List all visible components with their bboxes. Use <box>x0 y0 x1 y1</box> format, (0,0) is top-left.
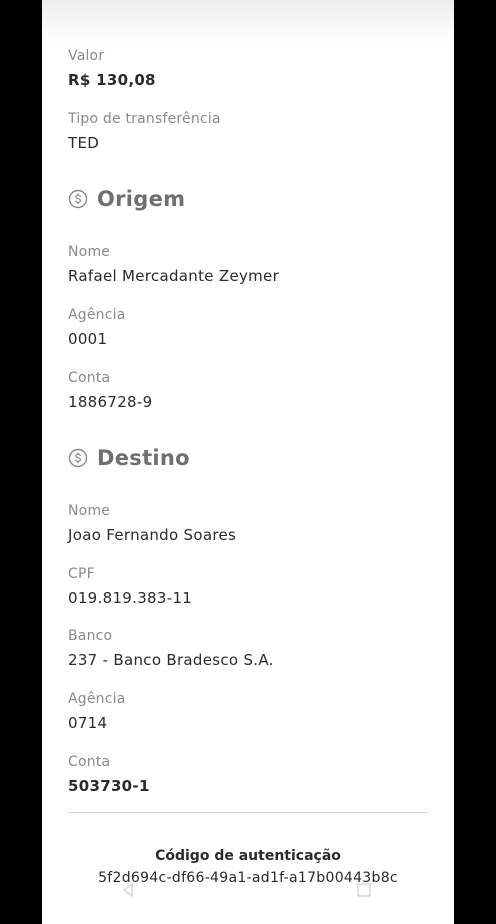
tipo-label: Tipo de transferência <box>68 111 221 127</box>
tipo-value: TED <box>68 134 100 152</box>
origem-nome-value: Rafael Mercadante Zeymer <box>68 267 280 285</box>
origem-conta-label: Conta <box>68 370 111 386</box>
destino-section-header: Destino <box>68 446 190 470</box>
destino-conta-field: Conta 503730-1 <box>68 753 150 796</box>
valor-field: Valor R$ 130,08 <box>68 47 156 90</box>
destino-banco-label: Banco <box>68 628 113 644</box>
auth-code-title: Código de autenticação <box>155 848 341 864</box>
tipo-field: Tipo de transferência TED <box>68 110 221 153</box>
origem-nome-label: Nome <box>68 244 111 260</box>
dollar-coin-icon <box>68 448 88 468</box>
valor-label: Valor <box>68 48 105 64</box>
destino-cpf-field: CPF 019.819.383-11 <box>68 565 192 608</box>
recents-nav-icon[interactable] <box>354 880 374 900</box>
origem-conta-value: 1886728-9 <box>68 393 153 411</box>
origem-section-header: Origem <box>68 187 185 211</box>
destino-banco-field: Banco 237 - Banco Bradesco S.A. <box>68 627 274 670</box>
back-nav-icon[interactable] <box>118 880 138 900</box>
origem-agencia-field: Agência 0001 <box>68 306 126 349</box>
top-fade <box>42 0 454 44</box>
destino-banco-value: 237 - Banco Bradesco S.A. <box>68 651 274 669</box>
destino-agencia-field: Agência 0714 <box>68 690 126 733</box>
origem-title: Origem <box>97 187 186 211</box>
origem-nome-field: Nome Rafael Mercadante Zeymer <box>68 243 279 286</box>
destino-cpf-value: 019.819.383-11 <box>68 589 193 607</box>
origem-conta-field: Conta 1886728-9 <box>68 369 152 412</box>
destino-nome-field: Nome Joao Fernando Soares <box>68 502 236 545</box>
receipt-screen: Valor R$ 130,08 Tipo de transferência TE… <box>42 0 454 924</box>
destino-agencia-value: 0714 <box>68 714 108 732</box>
destino-nome-value: Joao Fernando Soares <box>68 526 237 544</box>
destino-agencia-label: Agência <box>68 691 126 707</box>
auth-code-value: 5f2d694c-df66-49a1-ad1f-a17b00443b8c <box>98 870 398 886</box>
origem-agencia-value: 0001 <box>68 330 108 348</box>
destino-conta-value: 503730-1 <box>68 777 150 795</box>
dollar-coin-icon <box>68 189 88 209</box>
destino-title: Destino <box>97 446 190 470</box>
origem-agencia-label: Agência <box>68 307 126 323</box>
destino-conta-label: Conta <box>68 754 111 770</box>
valor-value: R$ 130,08 <box>68 71 156 89</box>
destino-cpf-label: CPF <box>68 566 95 582</box>
destino-nome-label: Nome <box>68 503 111 519</box>
divider <box>68 812 428 813</box>
